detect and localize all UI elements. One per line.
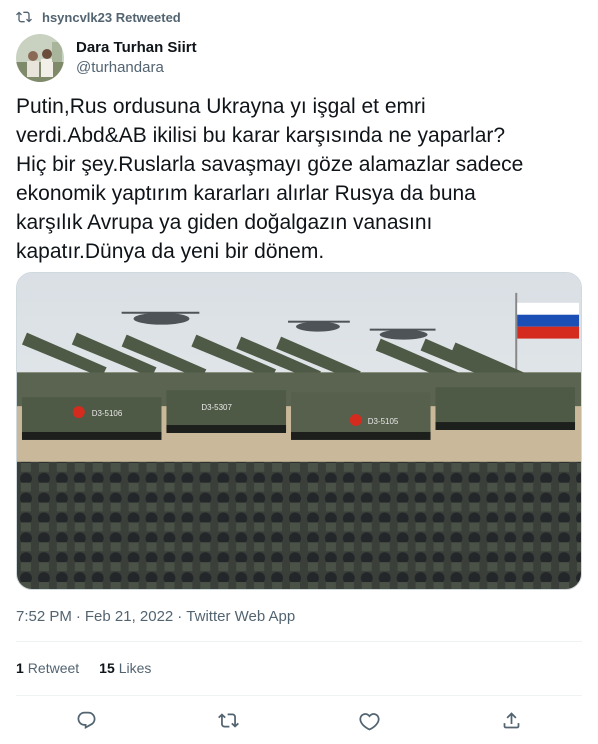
- divider: [16, 695, 582, 696]
- retweet-button[interactable]: [210, 702, 246, 738]
- tweet-actions: [16, 700, 582, 740]
- like-button[interactable]: [352, 702, 388, 738]
- retweet-icon: [217, 712, 239, 728]
- retweet-stat-label: Retweet: [27, 660, 80, 676]
- retweet-icon: [16, 11, 32, 23]
- avatar[interactable]: [16, 34, 64, 82]
- likes-count: 15: [99, 660, 115, 676]
- retweet-indicator[interactable]: hsyncvlk23 Retweeted: [16, 8, 181, 26]
- retweet-stat[interactable]: 1 Retweet: [16, 660, 79, 676]
- tweet-date[interactable]: Feb 21, 2022: [85, 608, 173, 625]
- meta-separator: ·: [177, 608, 183, 625]
- tweet-source[interactable]: Twitter Web App: [186, 608, 295, 625]
- meta-separator: ·: [75, 608, 81, 625]
- share-button[interactable]: [493, 702, 529, 738]
- retweet-indicator-text: hsyncvlk23 Retweeted: [42, 9, 181, 25]
- retweet-count: 1: [16, 660, 24, 676]
- tweet-author: Dara Turhan Siirt @turhandara: [16, 34, 197, 82]
- likes-stat[interactable]: 15 Likes: [99, 660, 151, 676]
- share-icon: [503, 711, 520, 728]
- tweet-stats: 1 Retweet 15 Likes: [16, 660, 151, 676]
- author-display-name[interactable]: Dara Turhan Siirt: [76, 38, 197, 58]
- vehicle-label-2: D3-5307: [201, 403, 232, 412]
- heart-icon: [359, 712, 380, 730]
- vehicle-label-1: D3-5106: [92, 409, 123, 418]
- tweet-meta: 7:52 PM · Feb 21, 2022 · Twitter Web App: [16, 608, 295, 625]
- tweet-image[interactable]: D3-5106 D3-5307 D3-5105: [16, 272, 582, 590]
- reply-icon: [77, 711, 96, 729]
- tweet-text: Putin,Rus ordusuna Ukrayna yı işgal et e…: [16, 95, 524, 263]
- vehicle-label-3: D3-5105: [368, 417, 399, 426]
- author-handle[interactable]: @turhandara: [76, 58, 197, 78]
- likes-stat-label: Likes: [118, 660, 152, 676]
- divider: [16, 641, 582, 642]
- tweet-time[interactable]: 7:52 PM: [16, 608, 72, 625]
- reply-button[interactable]: [69, 702, 105, 738]
